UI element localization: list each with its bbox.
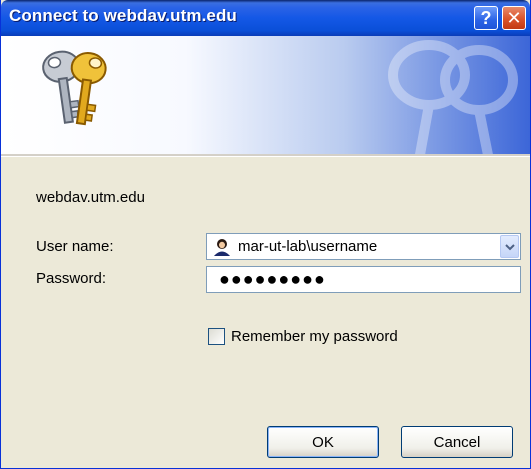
close-icon: ✕: [506, 7, 522, 28]
keys-icon: [42, 50, 107, 126]
server-name: webdav.utm.edu: [36, 189, 145, 206]
close-button[interactable]: ✕: [502, 6, 526, 30]
username-value: mar-ut-lab\username: [238, 238, 378, 255]
user-icon: [214, 239, 230, 256]
username-label: User name:: [36, 238, 114, 255]
keys-watermark-icon: [388, 40, 518, 154]
username-combobox[interactable]: mar-ut-lab\username: [206, 233, 521, 260]
cancel-button[interactable]: Cancel: [401, 426, 513, 458]
window-title: Connect to webdav.utm.edu: [9, 6, 237, 25]
chevron-down-icon: [504, 243, 515, 250]
connect-dialog: Connect to webdav.utm.edu ? ✕ webdav.utm…: [0, 0, 531, 469]
remember-password-option[interactable]: Remember my password: [208, 328, 398, 345]
password-value: ●●●●●●●●●: [219, 269, 326, 289]
remember-password-checkbox[interactable]: [208, 328, 225, 345]
username-dropdown-button[interactable]: [500, 235, 519, 258]
password-field[interactable]: ●●●●●●●●●: [206, 266, 521, 293]
password-label: Password:: [36, 270, 107, 287]
title-bar[interactable]: Connect to webdav.utm.edu ? ✕: [1, 0, 530, 36]
dialog-banner: [1, 36, 530, 154]
help-icon: ?: [480, 7, 492, 28]
help-button[interactable]: ?: [474, 6, 498, 30]
dialog-body: webdav.utm.edu User name: mar-ut-lab\use…: [1, 157, 530, 468]
ok-button[interactable]: OK: [267, 426, 379, 458]
remember-password-label[interactable]: Remember my password: [231, 328, 398, 345]
